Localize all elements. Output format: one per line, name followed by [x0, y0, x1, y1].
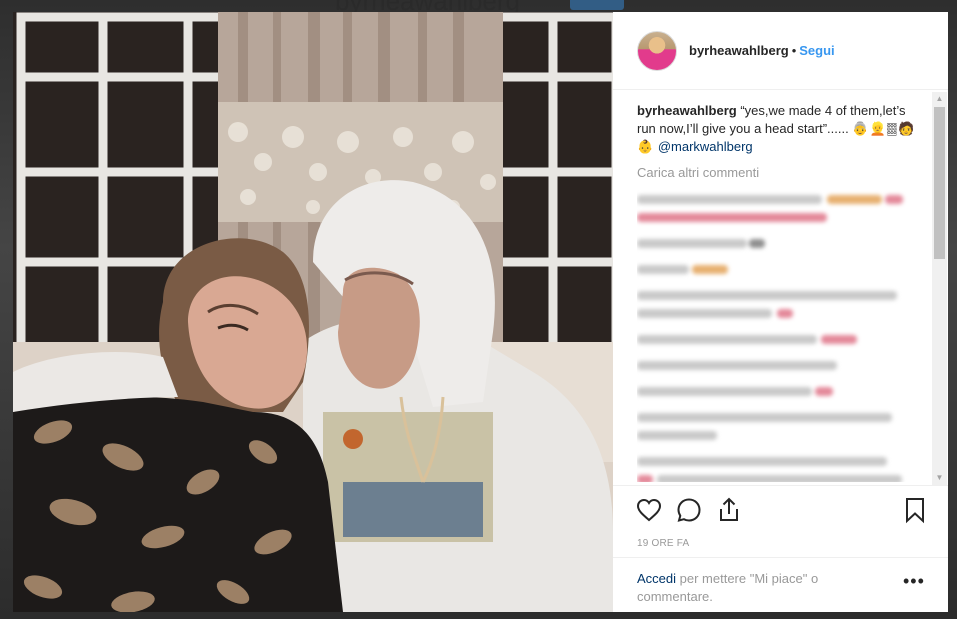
bookmark-icon[interactable]	[901, 496, 929, 524]
blurred-comment	[637, 426, 927, 444]
login-link[interactable]: Accedi	[637, 571, 676, 586]
header-text: byrheawahlberg • Segui	[689, 43, 835, 59]
blurred-comment	[637, 286, 927, 304]
blurred-comment	[637, 208, 927, 226]
blurred-comment	[637, 470, 927, 482]
post-caption: byrheawahlberg “yes,we made 4 of them,le…	[637, 102, 927, 156]
caption-mention[interactable]: @markwahlberg	[658, 139, 753, 154]
blurred-comment	[637, 260, 927, 278]
blurred-comment	[637, 190, 927, 208]
post-photo[interactable]	[13, 12, 613, 612]
separator-dot: •	[791, 43, 797, 58]
load-more-comments[interactable]: Carica altri commenti	[637, 164, 927, 182]
login-prompt: Accedi per mettere "Mi piace" o commenta…	[613, 557, 948, 613]
header-username[interactable]: byrheawahlberg	[689, 43, 789, 58]
more-icon[interactable]: •••	[903, 572, 925, 590]
blurred-comment	[637, 452, 927, 470]
avatar[interactable]	[637, 31, 677, 71]
post-actions	[613, 485, 948, 536]
blurred-comment	[637, 234, 927, 252]
scroll-down-arrow-icon[interactable]: ▼	[932, 471, 947, 485]
comment-icon[interactable]	[675, 496, 703, 524]
follow-button[interactable]: Segui	[799, 43, 834, 58]
heart-icon[interactable]	[635, 496, 663, 524]
post-header: byrheawahlberg • Segui	[613, 12, 948, 90]
blurred-comment	[637, 382, 927, 400]
comments-list[interactable]: byrheawahlberg “yes,we made 4 of them,le…	[637, 102, 927, 482]
post-details-panel: byrheawahlberg • Segui byrheawahlberg “yes…	[613, 12, 948, 612]
scroll-thumb[interactable]	[934, 107, 945, 259]
scroll-up-arrow-icon[interactable]: ▲	[932, 92, 947, 106]
caption-username[interactable]: byrheawahlberg	[637, 103, 737, 118]
post-image	[13, 12, 613, 612]
share-icon[interactable]	[715, 496, 743, 524]
comments-scrollbar[interactable]: ▲ ▼	[932, 92, 947, 485]
post-timestamp: 19 ORE FA	[637, 538, 690, 549]
blurred-comment	[637, 304, 927, 322]
blurred-comment	[637, 356, 927, 374]
background-follow-button	[570, 0, 624, 10]
blurred-comment	[637, 330, 927, 348]
blurred-comment	[637, 408, 927, 426]
login-text: Accedi per mettere "Mi piace" o commenta…	[637, 570, 867, 606]
